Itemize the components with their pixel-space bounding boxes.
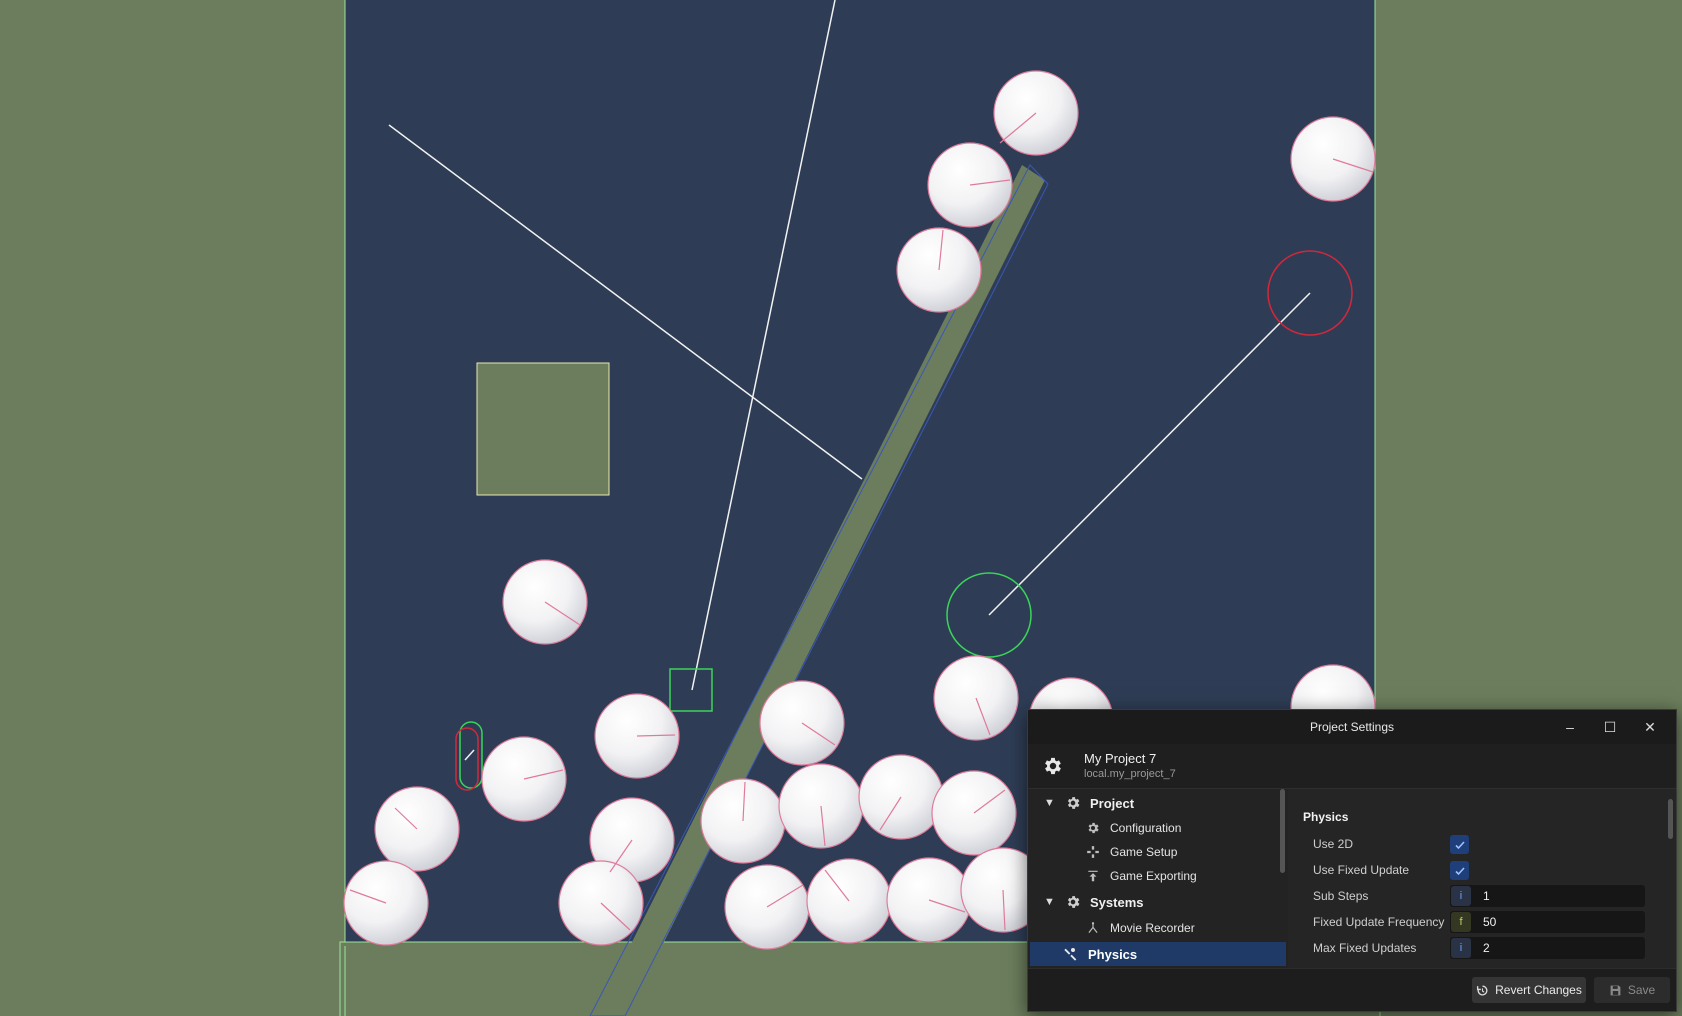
field-value: 50 [1483,915,1497,929]
save-label: Save [1627,983,1656,997]
project-settings-window[interactable]: Project Settings – ☐ ✕ My Project 7 loca… [1027,709,1677,1012]
physics-properties-panel: Physics Use 2D Use Fixed Update Sub Step… [1288,789,1676,969]
prop-sub-steps: Sub Steps i 1 [1288,884,1676,908]
tree-scrollbar[interactable] [1280,789,1285,873]
minimize-button[interactable]: – [1550,710,1590,744]
tree-label: Configuration [1110,821,1182,835]
properties-scrollbar[interactable] [1668,799,1673,839]
save-button[interactable]: Save [1594,977,1670,1003]
prop-label: Sub Steps [1313,889,1369,903]
prop-fixed-update-frequency: Fixed Update Frequency f 50 [1288,910,1676,934]
tree-label: Project [1090,795,1135,811]
tree-label: Game Exporting [1110,869,1197,883]
prop-label: Use 2D [1313,837,1354,851]
tree-item-game-setup[interactable]: Game Setup [1030,840,1286,864]
revert-label: Revert Changes [1495,983,1582,997]
tree-category-project[interactable]: ▼ Project [1030,791,1286,815]
tree-label: Physics [1088,946,1138,962]
physics-icon [1064,948,1077,961]
expand-triangle-icon[interactable]: ▼ [1044,896,1058,908]
field-value: 1 [1483,889,1490,903]
gear-icon [1045,757,1061,775]
tree-label: Game Setup [1110,845,1178,859]
gear-icon [1067,896,1080,908]
project-id: local.my_project_7 [1084,768,1176,780]
tree-category-systems[interactable]: ▼ Systems [1030,890,1286,914]
max-fixed-updates-input[interactable]: i 2 [1450,937,1645,959]
window-title: Project Settings [1309,720,1395,734]
tree-item-movie-recorder[interactable]: Movie Recorder [1030,916,1286,940]
save-icon [1610,985,1621,995]
prop-label: Fixed Update Frequency [1313,915,1445,929]
export-icon [1088,870,1098,882]
field-value: 2 [1483,941,1490,955]
sub-steps-input[interactable]: i 1 [1450,885,1645,907]
integer-type-icon: i [1451,938,1471,958]
gamepad-icon [1087,846,1099,858]
window-footer: Revert Changes Save [1028,968,1676,1011]
gear-icon [1067,797,1080,809]
tree-label: Movie Recorder [1110,921,1195,935]
project-name: My Project 7 [1084,751,1157,766]
tree-item-physics[interactable]: Physics [1030,942,1286,966]
settings-tree[interactable]: ▼ Project Configuration Game Setup Game … [1030,789,1286,969]
prop-use-2d: Use 2D [1288,832,1676,856]
window-titlebar[interactable]: Project Settings – ☐ ✕ [1028,710,1676,744]
checkmark-icon [1454,866,1465,875]
close-button[interactable]: ✕ [1630,710,1670,744]
square-block [476,362,610,496]
prop-label: Use Fixed Update [1313,863,1410,877]
prop-max-fixed-updates: Max Fixed Updates i 2 [1288,936,1676,960]
tree-item-configuration[interactable]: Configuration [1030,816,1286,840]
maximize-button[interactable]: ☐ [1590,710,1630,744]
movie-recorder-icon [1088,922,1098,934]
tree-label: Systems [1090,894,1144,910]
revert-changes-button[interactable]: Revert Changes [1472,977,1586,1003]
fixed-update-frequency-input[interactable]: f 50 [1450,911,1645,933]
project-header: My Project 7 local.my_project_7 [1028,744,1676,789]
gear-icon [1088,822,1099,834]
expand-triangle-icon[interactable]: ▼ [1044,797,1058,809]
use-fixed-update-checkbox[interactable] [1450,861,1469,880]
checkmark-icon [1454,840,1465,849]
history-icon [1477,985,1488,995]
properties-section-title: Physics [1303,810,1349,824]
prop-use-fixed-update: Use Fixed Update [1288,858,1676,882]
prop-label: Max Fixed Updates [1313,941,1417,955]
tree-item-game-exporting[interactable]: Game Exporting [1030,864,1286,888]
use-2d-checkbox[interactable] [1450,835,1469,854]
integer-type-icon: i [1451,886,1471,906]
float-type-icon: f [1451,912,1471,932]
